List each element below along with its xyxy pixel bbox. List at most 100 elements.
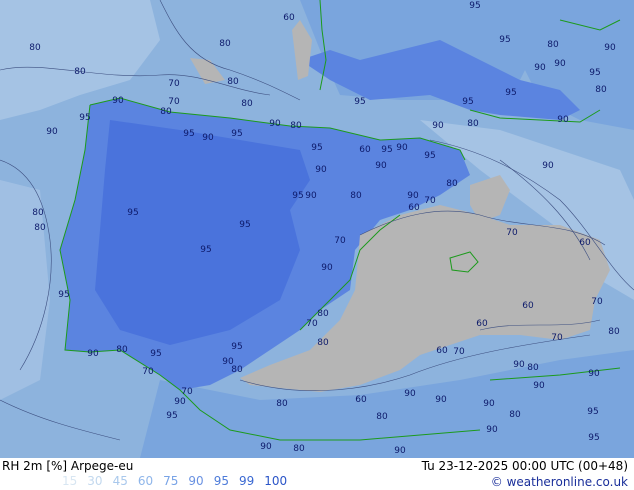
contour-label: 60 (283, 13, 295, 23)
contour-label: 90 (554, 59, 566, 69)
contour-label: 80 (547, 40, 559, 50)
contour-label: 95 (588, 433, 599, 443)
map-footer: RH 2m [%] Arpege-eu Tu 23-12-2025 00:00 … (0, 458, 634, 490)
contour-label: 90 (46, 127, 58, 137)
contour-label: 90 (588, 369, 600, 379)
contour-label: 70 (142, 367, 154, 377)
legend-value: 95 (213, 474, 229, 488)
contour-label: 80 (317, 309, 329, 319)
map-title: RH 2m [%] Arpege-eu (2, 459, 134, 473)
contour-label: 95 (292, 191, 303, 201)
contour-label: 80 (376, 412, 388, 422)
forecast-datetime: Tu 23-12-2025 00:00 UTC (00+48) (421, 459, 628, 473)
contour-label: 95 (311, 143, 322, 153)
contour-label: 60 (579, 238, 591, 248)
contour-label: 95 (469, 1, 480, 11)
contour-label: 90 (513, 360, 525, 370)
contour-label: 80 (34, 223, 46, 233)
legend-value: 99 (238, 474, 255, 488)
contour-label: 90 (375, 161, 387, 171)
contour-label: 95 (231, 129, 242, 139)
contour-label: 80 (74, 67, 86, 77)
contour-label: 90 (260, 442, 272, 452)
contour-label: 80 (317, 338, 329, 348)
legend-value: 30 (87, 474, 103, 488)
contour-label: 95 (183, 129, 194, 139)
contour-label: 80 (29, 43, 41, 53)
contour-label: 80 (116, 345, 128, 355)
contour-label: 90 (305, 191, 317, 201)
contour-label: 80 (227, 77, 239, 87)
contour-label: 60 (359, 145, 371, 155)
contour-label: 80 (350, 191, 362, 201)
contour-label: 95 (58, 290, 69, 300)
footer-top-row: RH 2m [%] Arpege-eu Tu 23-12-2025 00:00 … (0, 458, 634, 474)
contour-label: 90 (174, 397, 186, 407)
contour-label: 80 (160, 107, 172, 117)
contour-label: 70 (591, 297, 603, 307)
legend-value: 100 (264, 474, 288, 488)
contour-label: 90 (112, 96, 124, 106)
contour-label: 70 (551, 333, 563, 343)
contour-label: 60 (436, 346, 448, 356)
contour-label: 95 (200, 245, 211, 255)
contour-label: 80 (595, 85, 607, 95)
site-credit: © weatheronline.co.uk (490, 475, 628, 489)
contour-label: 90 (542, 161, 554, 171)
contour-label: 95 (231, 342, 242, 352)
contour-label: 60 (355, 395, 367, 405)
contour-label: 90 (486, 425, 498, 435)
contour-label: 90 (435, 395, 447, 405)
contour-label: 95 (166, 411, 177, 421)
legend-value: 15 (62, 474, 78, 488)
contour-label: 90 (483, 399, 495, 409)
contour-label: 95 (381, 145, 392, 155)
contour-label: 90 (604, 43, 616, 53)
contour-label: 80 (219, 39, 231, 49)
contour-label: 80 (446, 179, 458, 189)
contour-label: 90 (432, 121, 444, 131)
contour-label: 95 (79, 113, 90, 123)
contour-label: 95 (239, 220, 250, 230)
contour-label: 90 (404, 389, 416, 399)
contour-label: 95 (150, 349, 161, 359)
contour-label: 90 (534, 63, 546, 73)
contour-label: 60 (522, 301, 534, 311)
contour-label: 60 (408, 203, 420, 213)
contour-label: 70 (506, 228, 518, 238)
contour-label: 80 (293, 444, 305, 454)
legend-value: 90 (188, 474, 204, 488)
contour-label: 90 (394, 446, 406, 456)
contour-label: 90 (202, 133, 214, 143)
contour-label: 95 (127, 208, 138, 218)
contour-label: 90 (396, 143, 408, 153)
contour-label: 80 (608, 327, 620, 337)
legend-value: 45 (112, 474, 128, 488)
contour-label: 80 (509, 410, 521, 420)
color-legend: 15 30 45 60 75 90 95 99 100 (62, 474, 297, 490)
contour-label: 80 (467, 119, 479, 129)
contour-label: 95 (424, 151, 435, 161)
contour-label: 90 (557, 115, 569, 125)
contour-label: 70 (181, 387, 193, 397)
contour-label: 90 (321, 263, 333, 273)
contour-label: 80 (231, 365, 243, 375)
contour-label: 80 (32, 208, 44, 218)
contour-label: 95 (462, 97, 473, 107)
contour-label: 70 (306, 319, 318, 329)
contour-label: 95 (505, 88, 516, 98)
contour-label: 90 (315, 165, 327, 175)
contour-label: 90 (269, 119, 281, 129)
contour-label: 90 (87, 349, 99, 359)
legend-value: 60 (137, 474, 154, 488)
contour-label: 70 (424, 196, 436, 206)
contour-label: 90 (407, 191, 419, 201)
contour-label: 70 (453, 347, 465, 357)
contour-label: 95 (354, 97, 365, 107)
contour-label: 80 (241, 99, 253, 109)
contour-label: 60 (476, 319, 488, 329)
contour-label: 90 (533, 381, 545, 391)
contour-label: 95 (589, 68, 600, 78)
contour-label: 70 (168, 79, 180, 89)
contour-label: 70 (334, 236, 346, 246)
